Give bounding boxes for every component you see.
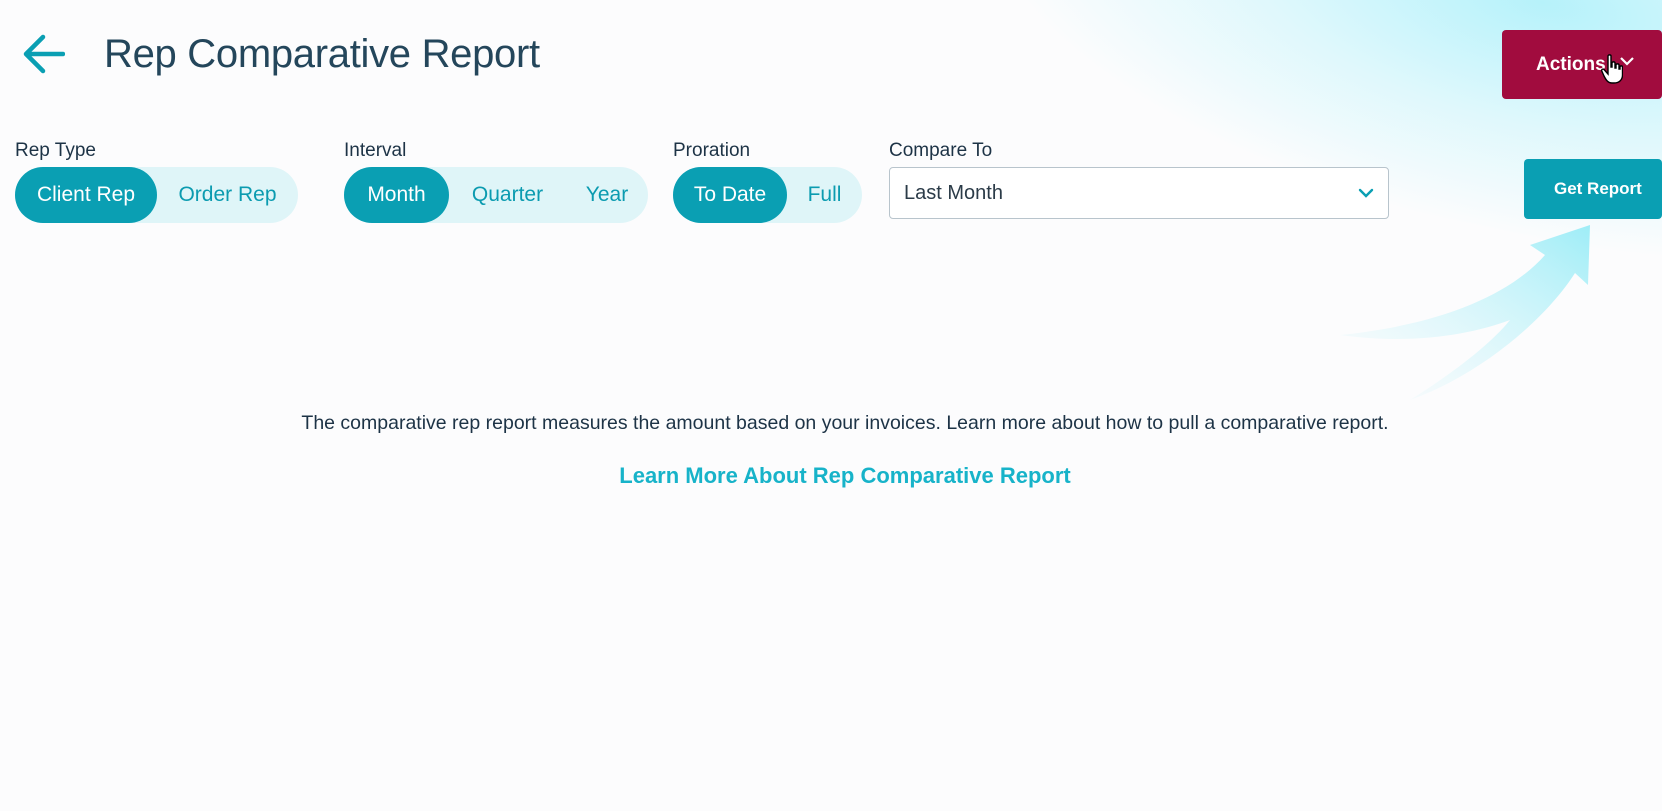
rep-type-order-rep[interactable]: Order Rep	[157, 167, 298, 223]
page-title: Rep Comparative Report	[104, 31, 540, 76]
interval-quarter[interactable]: Quarter	[449, 167, 566, 223]
compare-to-select[interactable]: Last Month	[889, 167, 1389, 219]
interval-segmented-control: Month Quarter Year	[344, 167, 648, 223]
page: Rep Comparative Report Actions Rep Type …	[0, 0, 1662, 811]
get-report-label: Get Report	[1554, 179, 1642, 198]
interval-month[interactable]: Month	[344, 167, 449, 223]
interval-label: Interval	[344, 140, 407, 161]
page-header: Rep Comparative Report	[20, 30, 540, 78]
rep-type-segmented-control: Client Rep Order Rep	[15, 167, 298, 223]
back-button[interactable]	[20, 30, 68, 78]
rep-type-filter: Rep Type Client Rep Order Rep	[15, 139, 298, 223]
learn-more-link[interactable]: Learn More About Rep Comparative Report	[0, 463, 1662, 489]
interval-year[interactable]: Year	[566, 167, 648, 223]
proration-segmented-control: To Date Full	[673, 167, 862, 223]
actions-button[interactable]: Actions	[1502, 30, 1662, 99]
hand-pointer-icon	[1601, 54, 1623, 84]
proration-filter: Proration To Date Full	[673, 139, 862, 223]
compare-to-filter: Compare To Last Month	[889, 139, 1389, 219]
rep-type-client-rep[interactable]: Client Rep	[15, 167, 157, 223]
arrow-left-icon	[23, 34, 65, 74]
get-report-button[interactable]: Get Report	[1524, 159, 1662, 219]
decorative-arrow-icon	[1340, 225, 1590, 400]
info-text: The comparative rep report measures the …	[301, 412, 1389, 434]
interval-filter: Interval Month Quarter Year	[344, 139, 648, 223]
chevron-down-icon	[1358, 188, 1374, 198]
compare-to-value: Last Month	[904, 181, 1003, 204]
compare-to-label: Compare To	[889, 140, 993, 161]
actions-button-label: Actions	[1536, 53, 1606, 75]
proration-label: Proration	[673, 140, 751, 161]
rep-type-label: Rep Type	[15, 140, 96, 161]
proration-full[interactable]: Full	[787, 167, 862, 223]
proration-to-date[interactable]: To Date	[673, 167, 787, 223]
